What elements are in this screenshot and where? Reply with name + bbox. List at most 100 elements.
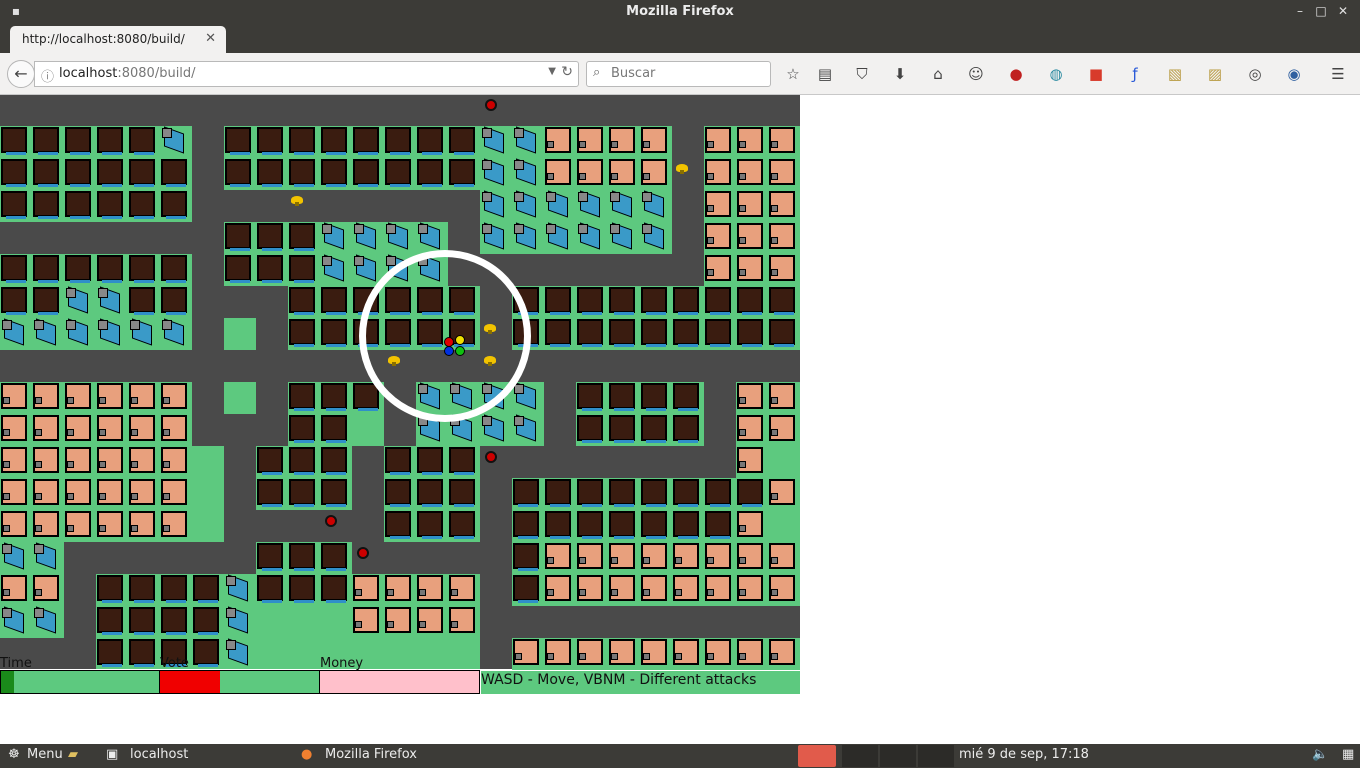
- house-orange: [160, 414, 192, 446]
- reading-list-icon[interactable]: ▤: [814, 64, 836, 84]
- menu-icon[interactable]: ☸: [8, 747, 20, 762]
- house-orange: [96, 478, 128, 510]
- house-orange: [736, 446, 768, 478]
- house-dark: [512, 478, 544, 510]
- files-folder-icon[interactable]: ▰: [68, 747, 78, 762]
- house-dark: [224, 158, 256, 190]
- tab-localhost[interactable]: http://localhost:8080/build/ ✕: [10, 26, 226, 53]
- house-dark: [672, 286, 704, 318]
- home-icon[interactable]: ⌂: [927, 64, 949, 84]
- house-orange: [736, 510, 768, 542]
- extension-folder2-icon[interactable]: ▨: [1204, 64, 1226, 84]
- house-blue: [32, 318, 64, 350]
- house-orange: [128, 382, 160, 414]
- house-blue: [320, 254, 352, 286]
- house-blue: [384, 222, 416, 254]
- money-bar: [319, 670, 480, 694]
- volume-icon[interactable]: 🔈: [1312, 747, 1328, 762]
- network-icon[interactable]: ▦: [1342, 747, 1354, 762]
- house-orange: [736, 158, 768, 190]
- house-orange: [704, 126, 736, 158]
- url-bar[interactable]: ⓘ localhost:8080/build/ ▼ ↻: [34, 61, 579, 87]
- house-blue: [352, 222, 384, 254]
- grass-lot: [192, 446, 224, 542]
- house-orange: [768, 542, 800, 574]
- extension-folder-icon[interactable]: ▧: [1164, 64, 1186, 84]
- url-history-dropdown-icon[interactable]: ▼: [548, 66, 556, 77]
- chat-icon[interactable]: ☺: [965, 64, 987, 84]
- house-dark: [64, 254, 96, 286]
- house-dark: [288, 158, 320, 190]
- house-orange: [704, 574, 736, 606]
- taskbar-terminal[interactable]: localhost: [130, 747, 188, 762]
- close-window-button[interactable]: ✕: [1335, 3, 1351, 19]
- house-dark: [288, 286, 320, 318]
- workspace-4[interactable]: [918, 745, 954, 767]
- house-blue: [32, 542, 64, 574]
- workspace-2[interactable]: [842, 745, 878, 767]
- house-orange: [672, 638, 704, 670]
- site-info-icon[interactable]: ⓘ: [41, 66, 54, 85]
- house-dark: [640, 286, 672, 318]
- globe-icon[interactable]: ◎: [1244, 64, 1266, 84]
- minimize-button[interactable]: –: [1292, 3, 1308, 19]
- house-dark: [672, 414, 704, 446]
- extension-earth-icon[interactable]: ◉: [1283, 64, 1305, 84]
- house-dark: [32, 286, 64, 318]
- house-orange: [160, 510, 192, 542]
- house-orange: [384, 606, 416, 638]
- window-title: Mozilla Firefox: [626, 4, 734, 19]
- search-bar[interactable]: ⌕ Buscar: [586, 61, 771, 87]
- house-blue: [0, 318, 32, 350]
- workspace-1[interactable]: [798, 745, 836, 767]
- extension-red-icon[interactable]: ●: [1005, 64, 1027, 84]
- house-dark: [640, 414, 672, 446]
- house-orange: [736, 126, 768, 158]
- house-dark: [640, 382, 672, 414]
- extension-teal-icon[interactable]: ◍: [1045, 64, 1067, 84]
- downloads-icon[interactable]: ⬇: [889, 64, 911, 84]
- house-dark: [576, 510, 608, 542]
- house-dark: [96, 574, 128, 606]
- google-plus-icon[interactable]: ■: [1085, 64, 1107, 84]
- enemy-unit: [485, 99, 497, 111]
- back-button[interactable]: ←: [7, 60, 35, 88]
- house-orange: [64, 414, 96, 446]
- maximize-button[interactable]: □: [1313, 3, 1329, 19]
- house-orange: [512, 638, 544, 670]
- url-host: localhost: [59, 66, 118, 81]
- game-canvas[interactable]: Time Vote Money WASD - Move, VBNM - Diff…: [0, 95, 800, 694]
- house-dark: [32, 190, 64, 222]
- house-dark: [96, 126, 128, 158]
- house-dark: [704, 510, 736, 542]
- bookmark-star-icon[interactable]: ☆: [782, 64, 804, 84]
- house-blue: [512, 158, 544, 190]
- extension-blue-icon[interactable]: ƒ: [1124, 64, 1146, 84]
- house-blue: [320, 222, 352, 254]
- taskbar-menu-label[interactable]: Menu: [27, 747, 63, 762]
- house-dark: [416, 510, 448, 542]
- reload-icon[interactable]: ↻: [561, 64, 573, 80]
- clock[interactable]: mié 9 de sep, 17:18: [959, 747, 1089, 762]
- taskbar-firefox[interactable]: Mozilla Firefox: [325, 747, 417, 762]
- firefox-icon: ●: [301, 747, 313, 762]
- house-blue: [32, 606, 64, 638]
- search-placeholder: Buscar: [611, 66, 656, 81]
- tab-close-button[interactable]: ✕: [205, 31, 216, 46]
- workspace-3[interactable]: [880, 745, 916, 767]
- house-orange: [640, 638, 672, 670]
- house-dark: [640, 318, 672, 350]
- pocket-icon[interactable]: ⛉: [851, 64, 873, 84]
- house-dark: [192, 638, 224, 670]
- house-dark: [288, 382, 320, 414]
- hamburger-menu-icon[interactable]: ☰: [1327, 64, 1349, 84]
- enemy-unit: [357, 547, 369, 559]
- house-dark: [736, 478, 768, 510]
- house-orange: [736, 638, 768, 670]
- house-orange: [640, 158, 672, 190]
- house-orange: [64, 446, 96, 478]
- house-dark: [736, 318, 768, 350]
- house-dark: [448, 510, 480, 542]
- house-dark: [320, 382, 352, 414]
- house-orange: [608, 542, 640, 574]
